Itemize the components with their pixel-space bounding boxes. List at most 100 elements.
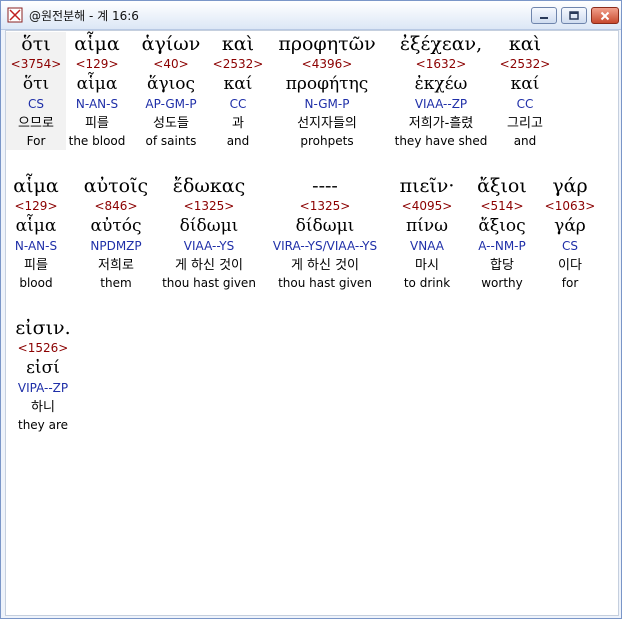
strong-number: <4095> — [401, 199, 453, 213]
greek-word: ἄξιοι — [477, 175, 527, 197]
lemma: καί — [510, 74, 540, 94]
english-gloss: prohpets — [300, 134, 354, 148]
korean-gloss: 으므로 — [18, 116, 54, 131]
greek-word: αὐτοῖς — [83, 175, 149, 197]
word-cell[interactable]: ἐξέχεαν, <1632> ἐκχέω VIAA--ZP 저희가-흘렸 th… — [391, 32, 491, 150]
parsing-code: NPDMZP — [90, 239, 142, 253]
greek-word: ---- — [312, 175, 338, 197]
english-gloss: they have shed — [394, 134, 488, 148]
title-bar[interactable]: @원전분해 - 계 16:6 — [1, 1, 621, 30]
greek-word: καὶ — [221, 33, 255, 55]
strong-number: <514> — [480, 199, 524, 213]
lemma: πίνω — [405, 216, 449, 236]
parsing-code: CS — [562, 239, 578, 253]
word-cell[interactable]: ἔδωκας <1325> δίδωμι VIAA--YS 게 하신 것이 th… — [159, 174, 259, 292]
greek-word: καὶ — [508, 33, 542, 55]
lemma: ἅγιος — [146, 74, 196, 94]
korean-gloss: 이다 — [558, 258, 582, 273]
lemma: αὐτός — [90, 216, 142, 236]
greek-word: πιεῖν· — [399, 175, 455, 197]
window-title: @원전분해 - 계 16:6 — [29, 9, 139, 23]
lemma: ἄξιος — [478, 216, 526, 236]
greek-word: ὅτι — [21, 33, 51, 55]
parsing-code: CS — [28, 97, 44, 111]
word-cell[interactable]: γάρ <1063> γάρ CS 이다 for — [541, 174, 599, 292]
korean-gloss: 마시 — [415, 258, 439, 273]
strong-number: <1325> — [183, 199, 235, 213]
korean-gloss: 과 — [232, 116, 244, 131]
maximize-button[interactable] — [561, 7, 587, 24]
korean-gloss: 선지자들의 — [297, 116, 357, 131]
word-cell[interactable]: αἷμα <129> αἷμα N-AN-S 피를 the blood — [66, 32, 128, 150]
korean-gloss: 게 하신 것이 — [174, 258, 244, 273]
word-cell[interactable]: προφητῶν <4396> προφήτης N-GM-P 선지자들의 pr… — [268, 32, 386, 150]
korean-gloss: 피를 — [85, 116, 109, 131]
parsing-code: VIRA--YS/VIAA--YS — [272, 239, 378, 253]
english-gloss: they are — [17, 418, 68, 432]
strong-number: <2532> — [499, 57, 551, 71]
lemma: καί — [223, 74, 253, 94]
parsing-code: N-AN-S — [14, 239, 58, 253]
korean-gloss: 그리고 — [507, 116, 543, 131]
greek-word: γάρ — [552, 175, 588, 197]
korean-gloss: 저희로 — [98, 258, 134, 273]
minimize-icon — [540, 16, 548, 19]
parsing-code: VIAA--ZP — [414, 97, 468, 111]
strong-number: <1632> — [415, 57, 467, 71]
english-gloss: thou hast given — [278, 276, 372, 290]
strong-number: <40> — [153, 57, 189, 71]
word-cell[interactable]: καὶ <2532> καί CC 그리고 and — [494, 32, 556, 150]
lemma: αἷμα — [15, 216, 57, 236]
parsing-code: A--NM-P — [478, 239, 526, 253]
korean-gloss: 피를 — [24, 258, 48, 273]
close-button[interactable] — [591, 7, 619, 24]
greek-word: εἰσιν. — [15, 317, 71, 339]
word-analysis-panel: ὅτι <3754> ὅτι CS 으므로 For αἷμα <129> αἷμ… — [5, 30, 619, 616]
korean-gloss: 하니 — [31, 400, 55, 415]
parsing-code: VIPA--ZP — [17, 381, 69, 395]
greek-word: προφητῶν — [278, 33, 376, 55]
strong-number: <129> — [14, 199, 58, 213]
lemma: γάρ — [554, 216, 586, 236]
word-cell[interactable]: ---- <1325> δίδωμι VIRA--YS/VIAA--YS 게 하… — [264, 174, 386, 292]
word-cell[interactable]: αὐτοῖς <846> αὐτός NPDMZP 저희로 them — [81, 174, 151, 292]
parsing-code: VIAA--YS — [183, 239, 235, 253]
word-cell[interactable]: εἰσιν. <1526> εἰσί VIPA--ZP 하니 they are — [8, 316, 78, 434]
maximize-icon — [569, 11, 579, 20]
minimize-button[interactable] — [531, 7, 557, 24]
word-cell[interactable]: ἄξιοι <514> ἄξιος A--NM-P 합당 worthy — [468, 174, 536, 292]
greek-word: αἷμα — [74, 33, 120, 55]
app-icon[interactable] — [7, 7, 23, 23]
strong-number: <1063> — [544, 199, 596, 213]
english-gloss: them — [100, 276, 132, 290]
word-cell[interactable]: ὅτι <3754> ὅτι CS 으므로 For — [6, 32, 66, 150]
word-cell[interactable]: καὶ <2532> καί CC 과 and — [209, 32, 267, 150]
strong-number: <846> — [94, 199, 138, 213]
korean-gloss: 성도들 — [153, 116, 189, 131]
english-gloss: For — [26, 134, 46, 148]
greek-word: ἁγίων — [141, 33, 201, 55]
korean-gloss: 저희가-흘렸 — [408, 116, 474, 131]
korean-gloss: 게 하신 것이 — [290, 258, 360, 273]
lemma: ὅτι — [22, 74, 50, 94]
english-gloss: of saints — [145, 134, 197, 148]
strong-number: <3754> — [10, 57, 62, 71]
strong-number: <2532> — [212, 57, 264, 71]
korean-gloss: 합당 — [490, 258, 514, 273]
parsing-code: CC — [516, 97, 534, 111]
strong-number: <1325> — [299, 199, 351, 213]
close-icon — [600, 11, 610, 20]
parsing-code: N-GM-P — [304, 97, 350, 111]
lemma: ἐκχέω — [414, 74, 468, 94]
english-gloss: to drink — [403, 276, 451, 290]
word-cell[interactable]: αἷμα <129> αἷμα N-AN-S 피를 blood — [6, 174, 66, 292]
lemma: δίδωμι — [295, 216, 355, 236]
greek-word: ἐξέχεαν, — [399, 33, 483, 55]
english-gloss: worthy — [481, 276, 523, 290]
lemma: εἰσί — [26, 358, 60, 378]
english-gloss: for — [561, 276, 579, 290]
word-cell[interactable]: ἁγίων <40> ἅγιος AP-GM-P 성도들 of saints — [136, 32, 206, 150]
parsing-code: AP-GM-P — [145, 97, 197, 111]
word-cell[interactable]: πιεῖν· <4095> πίνω VNAA 마시 to drink — [392, 174, 462, 292]
parsing-code: N-AN-S — [75, 97, 119, 111]
